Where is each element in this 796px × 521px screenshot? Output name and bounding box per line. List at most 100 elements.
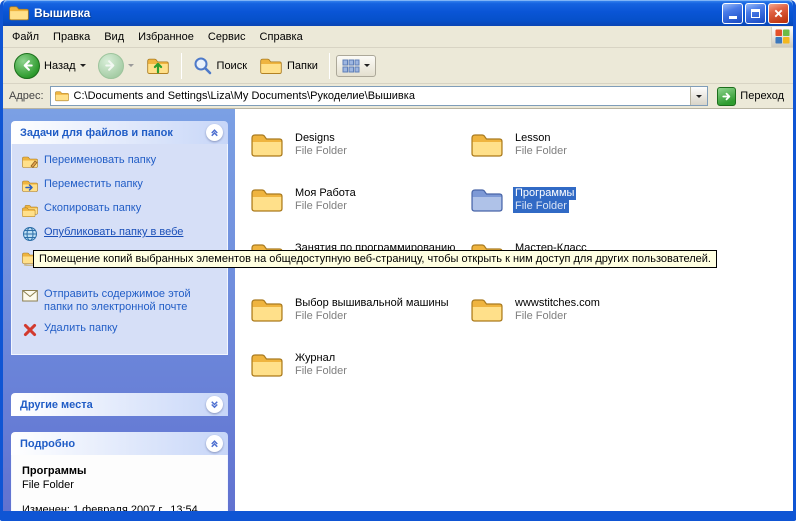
task-publish-folder[interactable]: Опубликовать папку в вебе bbox=[22, 226, 219, 242]
move-folder-icon bbox=[22, 178, 38, 194]
task-move-folder[interactable]: Переместить папку bbox=[22, 178, 219, 194]
toolbar-separator bbox=[329, 53, 330, 79]
minimize-button[interactable] bbox=[722, 3, 743, 24]
close-button[interactable] bbox=[768, 3, 789, 24]
address-folder-icon bbox=[54, 89, 70, 103]
folder-icon bbox=[469, 184, 505, 216]
file-name: Моя Работа bbox=[293, 187, 358, 200]
file-text: Lesson File Folder bbox=[513, 129, 569, 158]
chevron-down-icon bbox=[209, 399, 220, 410]
panel-title: Подробно bbox=[20, 438, 75, 450]
details-panel-header[interactable]: Подробно bbox=[11, 432, 228, 455]
task-label: Переместить папку bbox=[44, 178, 143, 194]
explorer-window: Вышивка Файл Правка Вид Избранное Сервис… bbox=[0, 0, 796, 521]
chevron-down-icon bbox=[696, 95, 702, 101]
views-button[interactable] bbox=[336, 55, 376, 77]
file-type: File Folder bbox=[513, 200, 569, 213]
folder-icon bbox=[469, 129, 505, 161]
rename-folder-icon bbox=[22, 154, 38, 170]
maximize-icon bbox=[751, 9, 760, 18]
file-type: File Folder bbox=[293, 200, 349, 213]
sidebar-gap bbox=[11, 371, 228, 393]
email-icon bbox=[22, 288, 38, 304]
file-item[interactable]: Журнал File Folder bbox=[249, 349, 349, 404]
address-bar: Адрес: C:\Documents and Settings\Liza\My… bbox=[3, 84, 793, 109]
expand-panel-button[interactable] bbox=[206, 396, 223, 413]
file-name: Lesson bbox=[513, 132, 552, 145]
address-dropdown-button[interactable] bbox=[690, 87, 707, 105]
file-item[interactable]: wwwstitches.com File Folder bbox=[469, 294, 602, 349]
file-item[interactable]: Designs File Folder bbox=[249, 129, 349, 184]
folder-icon bbox=[469, 294, 505, 326]
other-places-panel-header[interactable]: Другие места bbox=[11, 393, 228, 416]
search-label: Поиск bbox=[217, 60, 247, 72]
file-tasks-panel-header[interactable]: Задачи для файлов и папок bbox=[11, 121, 228, 144]
back-icon bbox=[14, 53, 40, 79]
back-button[interactable]: Назад bbox=[9, 50, 91, 82]
file-text: Моя Работа File Folder bbox=[293, 184, 358, 213]
file-type: File Folder bbox=[293, 310, 349, 323]
details-panel: Подробно Программы File Folder Изменен: … bbox=[11, 432, 228, 511]
task-pane-sidebar: Задачи для файлов и папок Переименовать … bbox=[3, 109, 235, 511]
views-dropdown-icon bbox=[364, 64, 370, 70]
menu-file[interactable]: Файл bbox=[5, 28, 46, 46]
file-item[interactable]: Моя Работа File Folder bbox=[249, 184, 358, 239]
task-label: Отправить содержимое этой папки по элект… bbox=[44, 288, 219, 314]
toolbar-separator bbox=[181, 53, 182, 79]
menu-help[interactable]: Справка bbox=[253, 28, 310, 46]
task-copy-folder[interactable]: Скопировать папку bbox=[22, 202, 219, 218]
go-icon bbox=[717, 87, 736, 106]
file-text: Выбор вышивальной машины File Folder bbox=[293, 294, 451, 323]
close-icon bbox=[773, 8, 784, 19]
window-controls bbox=[722, 3, 789, 24]
file-name: Программы bbox=[513, 187, 576, 200]
search-button[interactable]: Поиск bbox=[188, 53, 252, 79]
task-delete-folder[interactable]: Удалить папку bbox=[22, 322, 219, 338]
file-item[interactable]: Lesson File Folder bbox=[469, 129, 569, 184]
file-item[interactable]: Выбор вышивальной машины File Folder bbox=[249, 294, 451, 349]
menubar: Файл Правка Вид Избранное Сервис Справка bbox=[3, 26, 793, 48]
collapse-panel-button[interactable] bbox=[206, 435, 223, 452]
menu-edit[interactable]: Правка bbox=[46, 28, 97, 46]
titlebar[interactable]: Вышивка bbox=[3, 0, 793, 26]
go-button[interactable]: Переход bbox=[714, 86, 787, 107]
file-type: File Folder bbox=[513, 310, 569, 323]
file-name: Журнал bbox=[293, 352, 337, 365]
details-item-modified: Изменен: 1 февраля 2007 г., 13:54 bbox=[22, 503, 219, 511]
panel-title: Задачи для файлов и папок bbox=[20, 127, 173, 139]
panel-title: Другие места bbox=[20, 399, 93, 411]
folder-icon bbox=[249, 294, 285, 326]
forward-button[interactable] bbox=[93, 50, 139, 82]
file-list-area: Designs File Folder Lesson File Folder М… bbox=[235, 109, 793, 511]
content-area: Задачи для файлов и папок Переименовать … bbox=[3, 109, 793, 511]
task-label: Опубликовать папку в вебе bbox=[44, 226, 183, 242]
file-text: Журнал File Folder bbox=[293, 349, 349, 378]
folder-icon bbox=[249, 129, 285, 161]
copy-folder-icon bbox=[22, 202, 38, 218]
details-item-name: Программы bbox=[22, 465, 219, 477]
folder-icon bbox=[249, 184, 285, 216]
back-dropdown-icon bbox=[80, 64, 86, 70]
up-button[interactable] bbox=[141, 52, 175, 80]
standard-buttons-toolbar: Назад Поиск Папки bbox=[3, 48, 793, 84]
details-panel-body: Программы File Folder Изменен: 1 февраля… bbox=[11, 455, 228, 511]
menu-view[interactable]: Вид bbox=[97, 28, 131, 46]
file-name: Designs bbox=[293, 132, 337, 145]
tooltip: Помещение копий выбранных элементов на о… bbox=[33, 250, 717, 268]
other-places-panel: Другие места bbox=[11, 393, 228, 416]
file-text: Designs File Folder bbox=[293, 129, 349, 158]
address-input[interactable]: C:\Documents and Settings\Liza\My Docume… bbox=[50, 86, 709, 106]
windows-logo-icon bbox=[771, 27, 793, 47]
folders-button[interactable]: Папки bbox=[254, 52, 323, 80]
publish-web-icon bbox=[22, 226, 38, 242]
menu-favorites[interactable]: Избранное bbox=[131, 28, 201, 46]
window-title: Вышивка bbox=[34, 6, 722, 20]
file-item-selected[interactable]: Программы File Folder bbox=[469, 184, 576, 239]
back-label: Назад bbox=[44, 60, 76, 72]
task-rename-folder[interactable]: Переименовать папку bbox=[22, 154, 219, 170]
maximize-button[interactable] bbox=[745, 3, 766, 24]
task-email-folder[interactable]: Отправить содержимое этой папки по элект… bbox=[22, 288, 219, 314]
collapse-panel-button[interactable] bbox=[206, 124, 223, 141]
search-icon bbox=[193, 56, 213, 76]
menu-tools[interactable]: Сервис bbox=[201, 28, 253, 46]
